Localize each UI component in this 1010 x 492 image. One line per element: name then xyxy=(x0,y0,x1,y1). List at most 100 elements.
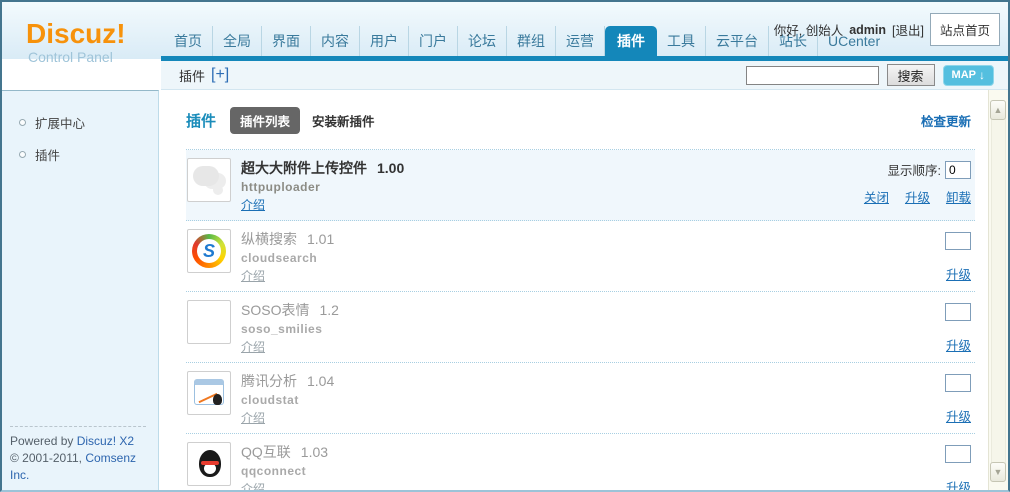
display-order xyxy=(941,445,971,463)
plugin-intro-link[interactable]: 介绍 xyxy=(241,480,265,490)
logout-link[interactable]: [退出] xyxy=(892,20,924,39)
plugin-version: 1.04 xyxy=(307,373,334,389)
nav-item-云平台[interactable]: 云平台 xyxy=(706,26,769,56)
content-header: 插件 插件列表 安装新插件 检查更新 xyxy=(186,107,975,134)
display-order xyxy=(941,303,971,321)
breadcrumb: 插件 xyxy=(179,66,205,85)
qqconnect-icon xyxy=(187,442,231,486)
scrollbar[interactable]: ▲ ▼ xyxy=(988,90,1008,490)
nav-item-门户[interactable]: 门户 xyxy=(409,26,458,56)
nav-item-内容[interactable]: 内容 xyxy=(311,26,360,56)
display-order-input[interactable] xyxy=(945,161,971,179)
check-update-link[interactable]: 检查更新 xyxy=(921,111,971,130)
plugin-row: 纵横搜索 1.01 cloudsearch 介绍 升级 xyxy=(186,221,975,292)
header: Discuz! Control Panel 首页全局界面内容用户门户论坛群组运营… xyxy=(2,2,1008,59)
sidebar-item-扩展中心[interactable]: 扩展中心 xyxy=(2,107,158,139)
greeting-text: 你好, 创始人 xyxy=(774,20,843,39)
plugin-action-卸载[interactable]: 卸载 xyxy=(946,191,971,205)
plugin-action-升级[interactable]: 升级 xyxy=(946,339,971,353)
map-button-label: MAP xyxy=(952,69,976,81)
cloudstat-icon xyxy=(187,371,231,415)
radio-bullet-icon xyxy=(19,119,26,126)
map-button[interactable]: MAP ↓ xyxy=(943,65,994,86)
plugin-version: 1.03 xyxy=(301,444,328,460)
plugin-action-升级[interactable]: 升级 xyxy=(905,191,930,205)
display-order: 显示顺序: xyxy=(888,160,971,179)
plugin-actions: 关闭 升级 卸载 xyxy=(848,187,971,207)
plugin-name: 腾讯分析 xyxy=(241,373,297,389)
plugin-name: 超大大附件上传控件 xyxy=(241,160,367,176)
discuz-control-panel: Discuz! Control Panel 首页全局界面内容用户门户论坛群组运营… xyxy=(0,0,1010,492)
plugin-version: 1.2 xyxy=(319,302,338,318)
plugin-action-关闭[interactable]: 关闭 xyxy=(864,191,889,205)
nav-item-界面[interactable]: 界面 xyxy=(262,26,311,56)
search-input[interactable] xyxy=(746,66,879,85)
plugin-version: 1.01 xyxy=(307,231,334,247)
nav-item-论坛[interactable]: 论坛 xyxy=(458,26,507,56)
display-order-input[interactable] xyxy=(945,232,971,250)
plugin-action-升级[interactable]: 升级 xyxy=(946,268,971,282)
plugin-row: 超大大附件上传控件 1.00 httpuploader 介绍 显示顺序: 关闭 升级… xyxy=(186,150,975,221)
display-order-label: 显示顺序: xyxy=(888,160,941,179)
logo-subtitle: Control Panel xyxy=(28,49,126,65)
scroll-up-icon[interactable]: ▲ xyxy=(990,100,1006,120)
search-area: 搜索 MAP ↓ xyxy=(746,64,1008,86)
nav-item-插件[interactable]: 插件 xyxy=(605,26,657,56)
site-home-button[interactable]: 站点首页 xyxy=(930,13,1000,46)
main-content: 插件 插件列表 安装新插件 检查更新 超大大附件上传控件 1.00 httpupl… xyxy=(160,90,988,490)
tab-install-new-plugin[interactable]: 安装新插件 xyxy=(312,111,375,130)
plugin-intro-link[interactable]: 介绍 xyxy=(241,196,265,213)
discuz-logo: Discuz! Control Panel xyxy=(26,20,126,65)
copyright-line: © 2001-2011, Comsenz Inc. xyxy=(10,450,146,484)
nav-item-用户[interactable]: 用户 xyxy=(360,26,409,56)
username: admin xyxy=(849,23,886,37)
plugin-row: QQ互联 1.03 qqconnect 介绍 升级 xyxy=(186,434,975,490)
sidebar-footer: Powered by Discuz! X2 © 2001-2011, Comse… xyxy=(10,426,146,484)
plugin-actions: 升级 xyxy=(930,406,971,426)
plugin-identifier: cloudsearch xyxy=(241,251,334,265)
plugin-identifier: soso_smilies xyxy=(241,322,339,336)
search-button[interactable]: 搜索 xyxy=(887,64,935,86)
plugin-version: 1.00 xyxy=(377,160,404,176)
expand-link[interactable]: [+] xyxy=(211,66,229,84)
plugin-intro-link[interactable]: 介绍 xyxy=(241,338,265,355)
user-info: 你好, 创始人 admin [退出] 站点首页 xyxy=(774,13,1000,46)
nav-item-工具[interactable]: 工具 xyxy=(657,26,706,56)
scroll-down-icon[interactable]: ▼ xyxy=(990,462,1006,482)
sidebar-item-插件[interactable]: 插件 xyxy=(2,139,158,171)
nav-item-首页[interactable]: 首页 xyxy=(164,26,213,56)
display-order-input[interactable] xyxy=(945,303,971,321)
plugin-intro-link[interactable]: 介绍 xyxy=(241,409,265,426)
display-order xyxy=(941,232,971,250)
plugin-identifier: httpuploader xyxy=(241,180,404,194)
radio-bullet-icon xyxy=(19,151,26,158)
plugin-intro-link[interactable]: 介绍 xyxy=(241,267,265,284)
plugin-action-升级[interactable]: 升级 xyxy=(946,481,971,491)
logo-title: Discuz! xyxy=(26,20,126,48)
plugin-name: SOSO表情 xyxy=(241,302,309,318)
plugin-identifier: cloudstat xyxy=(241,393,334,407)
powered-by-line: Powered by Discuz! X2 xyxy=(10,433,146,450)
nav-item-运营[interactable]: 运营 xyxy=(556,26,605,56)
display-order-input[interactable] xyxy=(945,374,971,392)
discuz-x2-link[interactable]: Discuz! X2 xyxy=(77,434,134,448)
plugin-name: 纵横搜索 xyxy=(241,231,297,247)
plugin-identifier: qqconnect xyxy=(241,464,328,478)
nav-item-全局[interactable]: 全局 xyxy=(213,26,262,56)
cloudsearch-icon xyxy=(187,229,231,273)
map-arrow-down-icon: ↓ xyxy=(979,69,985,81)
plugin-row: SOSO表情 1.2 soso_smilies 介绍 升级 xyxy=(186,292,975,363)
display-order xyxy=(941,374,971,392)
display-order-input[interactable] xyxy=(945,445,971,463)
plugin-list: 超大大附件上传控件1.00 httpuploader 介绍 显示顺序: 关闭升级… xyxy=(186,149,975,490)
scrollbar-track[interactable] xyxy=(991,100,1006,482)
plugin-action-升级[interactable]: 升级 xyxy=(946,410,971,424)
tab-plugin-list[interactable]: 插件列表 xyxy=(230,107,300,134)
sidebar: 扩展中心插件 Powered by Discuz! X2 © 2001-2011… xyxy=(2,90,159,490)
plugin-actions: 升级 xyxy=(930,335,971,355)
nav-item-群组[interactable]: 群组 xyxy=(507,26,556,56)
sidebar-menu: 扩展中心插件 xyxy=(2,91,158,171)
plugin-name: QQ互联 xyxy=(241,444,291,460)
plugin-row: 腾讯分析 1.04 cloudstat 介绍 升级 xyxy=(186,363,975,434)
plugin-actions: 升级 xyxy=(930,477,971,491)
